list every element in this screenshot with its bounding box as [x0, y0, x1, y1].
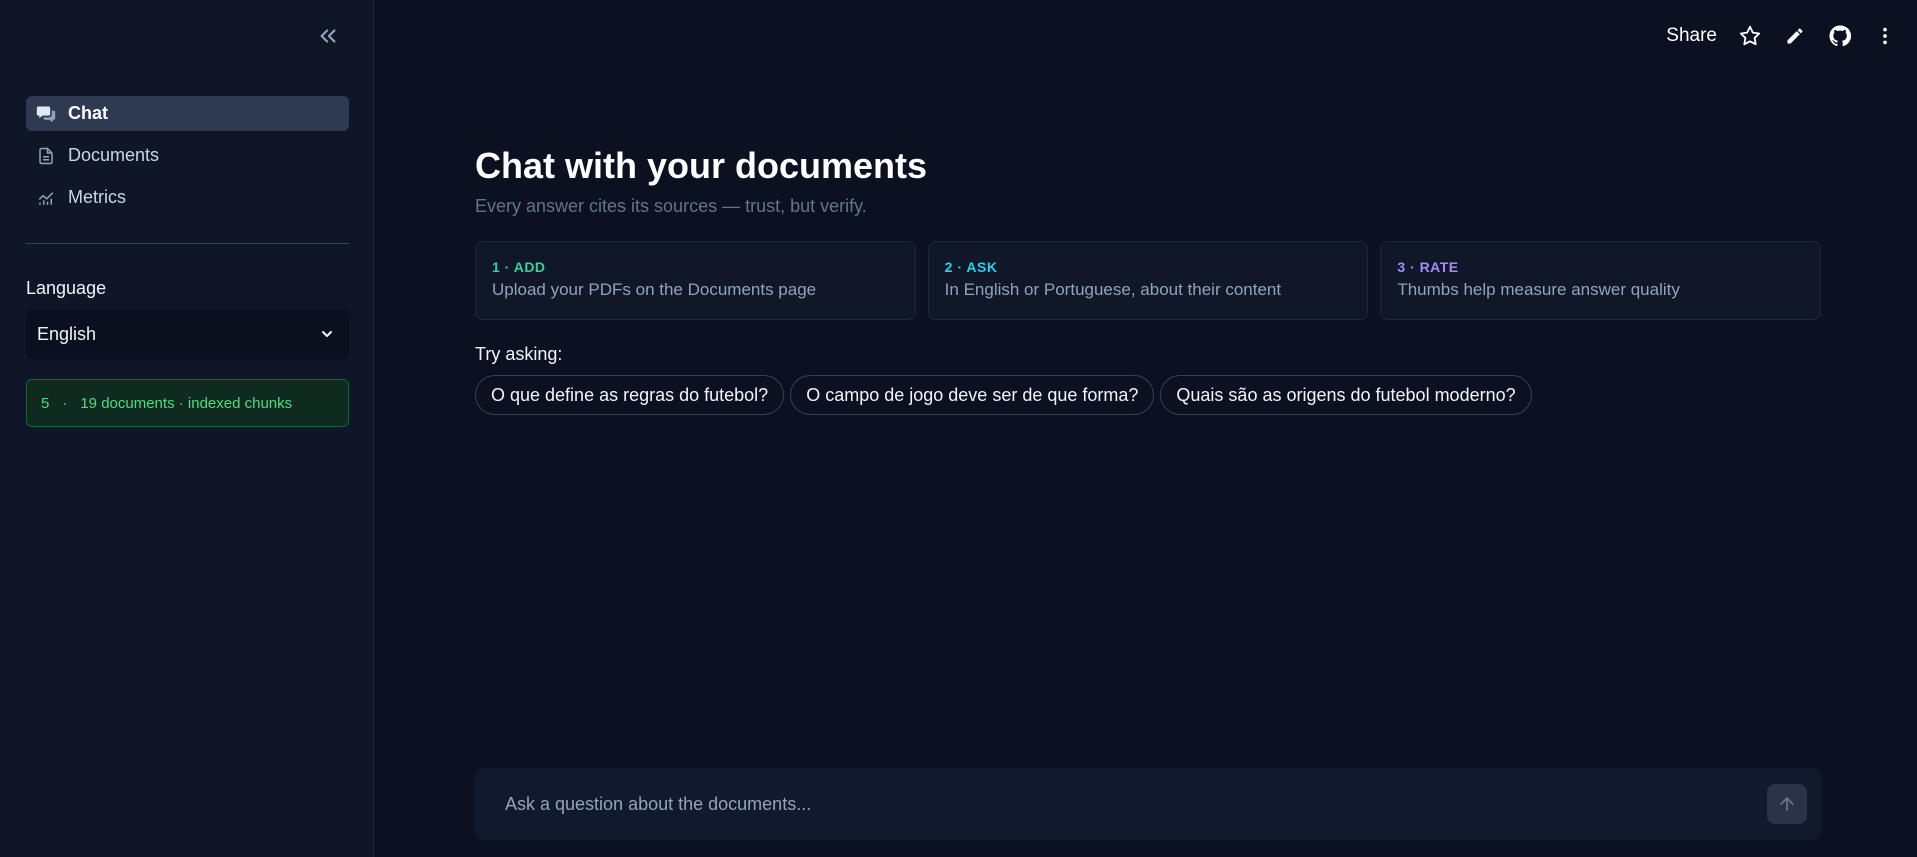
double-chevron-left-icon	[320, 29, 336, 43]
sidebar-item-documents[interactable]: Documents	[26, 138, 349, 173]
sidebar: Chat Documents Metrics Language English …	[0, 0, 374, 857]
status-text: 19 documents · indexed chunks	[80, 394, 293, 412]
send-button[interactable]	[1767, 784, 1807, 824]
sidebar-item-label: Documents	[68, 145, 160, 165]
try-asking-label: Try asking:	[475, 344, 563, 364]
step-description: In English or Portuguese, about their co…	[944, 280, 1282, 299]
github-icon[interactable]	[1827, 23, 1853, 49]
chart-icon	[36, 188, 56, 208]
sidebar-item-chat[interactable]: Chat	[26, 96, 349, 131]
step-description: Thumbs help measure answer quality	[1397, 280, 1680, 299]
chat-input-bar	[475, 768, 1821, 840]
sidebar-item-label: Metrics	[68, 187, 126, 207]
status-count: 5	[41, 394, 50, 412]
star-icon[interactable]	[1737, 23, 1763, 49]
onboarding-steps: 1 · ADD Upload your PDFs on the Document…	[475, 241, 1822, 320]
step-tag: 1 · ADD	[492, 259, 546, 275]
page-subtitle: Every answer cites its sources — trust, …	[475, 196, 867, 216]
suggestion-chips: O que define as regras do futebol? O cam…	[475, 375, 1532, 415]
step-card-ask: 2 · ASK In English or Portuguese, about …	[927, 241, 1369, 320]
sidebar-divider	[26, 243, 349, 244]
language-label: Language	[26, 278, 107, 298]
step-card-rate: 3 · RATE Thumbs help measure answer qual…	[1380, 241, 1822, 320]
more-vertical-icon[interactable]	[1872, 23, 1898, 49]
top-toolbar: Share	[1666, 20, 1917, 52]
chat-input[interactable]	[505, 793, 1705, 815]
status-separator: ·	[62, 394, 68, 412]
pencil-icon[interactable]	[1782, 23, 1808, 49]
sidebar-item-label: Chat	[68, 103, 108, 123]
step-tag: 2 · ASK	[944, 259, 998, 275]
collapse-sidebar-button[interactable]	[314, 22, 342, 50]
arrow-up-icon	[1780, 797, 1794, 811]
index-status-badge: 5 · 19 documents · indexed chunks	[26, 379, 349, 427]
language-value: English	[37, 323, 97, 344]
language-select[interactable]: English	[26, 309, 349, 359]
step-tag: 3 · RATE	[1397, 259, 1459, 275]
suggestion-chip[interactable]: O que define as regras do futebol?	[475, 375, 785, 415]
suggestion-chip[interactable]: Quais são as origens do futebol moderno?	[1160, 375, 1532, 415]
suggestion-chip[interactable]: O campo de jogo deve ser de que forma?	[790, 375, 1155, 415]
step-description: Upload your PDFs on the Documents page	[492, 280, 817, 299]
chevron-down-icon	[322, 331, 332, 337]
sidebar-item-metrics[interactable]: Metrics	[26, 180, 349, 215]
step-card-add: 1 · ADD Upload your PDFs on the Document…	[475, 241, 916, 320]
share-button[interactable]: Share	[1666, 25, 1717, 47]
chat-bubbles-icon	[36, 104, 56, 124]
page-title: Chat with your documents	[475, 145, 928, 186]
document-icon	[36, 146, 56, 166]
sidebar-nav: Chat Documents Metrics	[26, 96, 349, 222]
